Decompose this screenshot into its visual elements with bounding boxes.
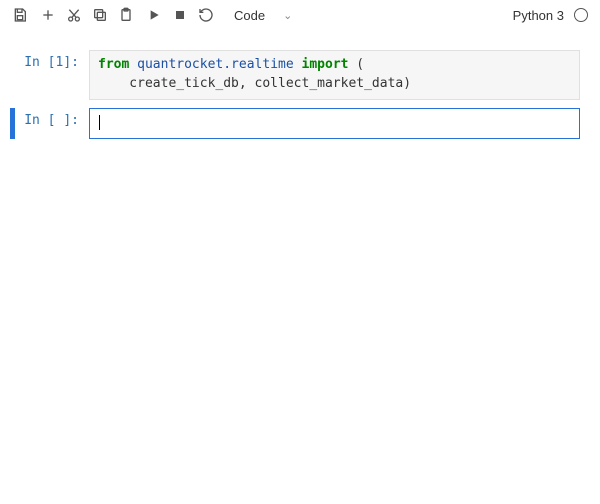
code-input[interactable] bbox=[89, 108, 580, 139]
copy-button[interactable] bbox=[88, 3, 112, 27]
keyword-import: import bbox=[302, 57, 349, 72]
run-button[interactable] bbox=[142, 3, 166, 27]
keyword-from: from bbox=[98, 57, 129, 72]
cell-prompt: In [ ]: bbox=[19, 108, 89, 128]
kernel-name: Python 3 bbox=[513, 8, 564, 23]
code-cell[interactable]: In [1]: from quantrocket.realtime import… bbox=[10, 50, 590, 100]
cell-select-bar bbox=[10, 108, 15, 139]
cell-select-bar bbox=[10, 50, 15, 100]
code-input[interactable]: from quantrocket.realtime import ( creat… bbox=[89, 50, 580, 100]
kernel-status-icon bbox=[574, 8, 588, 22]
cut-button[interactable] bbox=[62, 3, 86, 27]
cell-prompt: In [1]: bbox=[19, 50, 89, 70]
stop-button[interactable] bbox=[168, 3, 192, 27]
code-text: create_tick_db, collect_market_data) bbox=[98, 76, 411, 91]
restart-button[interactable] bbox=[194, 3, 218, 27]
add-cell-button[interactable] bbox=[36, 3, 60, 27]
chevron-down-icon: ⌄ bbox=[283, 9, 292, 22]
kernel-indicator[interactable]: Python 3 bbox=[513, 8, 592, 23]
notebook-cells: In [1]: from quantrocket.realtime import… bbox=[0, 30, 600, 157]
code-text: ( bbox=[348, 57, 364, 72]
paste-button[interactable] bbox=[114, 3, 138, 27]
code-cell[interactable]: In [ ]: bbox=[10, 108, 590, 139]
cell-type-label: Code bbox=[234, 8, 265, 23]
notebook-toolbar: Code ⌄ Python 3 bbox=[0, 0, 600, 30]
text-cursor bbox=[99, 115, 100, 130]
save-button[interactable] bbox=[8, 3, 32, 27]
module-path: quantrocket.realtime bbox=[137, 57, 294, 72]
cell-type-select[interactable]: Code ⌄ bbox=[228, 8, 298, 23]
